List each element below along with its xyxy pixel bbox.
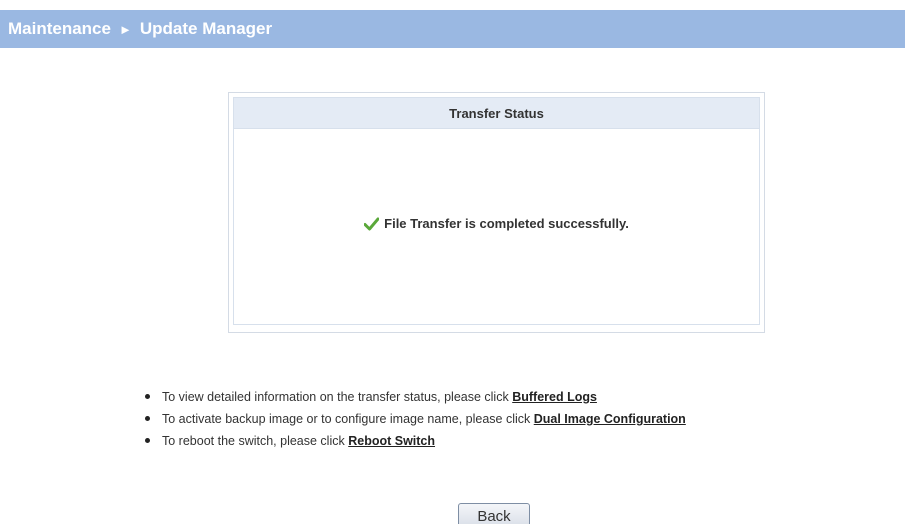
bullet-icon (145, 416, 150, 421)
buffered-logs-link[interactable]: Buffered Logs (512, 390, 597, 404)
status-message-text: File Transfer is completed successfully. (384, 216, 629, 231)
list-item: To activate backup image or to configure… (143, 408, 686, 430)
breadcrumb-separator-icon: ► (118, 21, 132, 37)
list-item: To reboot the switch, please click Reboo… (143, 430, 686, 452)
help-text: To reboot the switch, please click (162, 434, 345, 448)
bullet-icon (145, 438, 150, 443)
breadcrumb-page: Update Manager (139, 19, 273, 38)
help-text: To activate backup image or to configure… (162, 412, 531, 426)
breadcrumb-section: Maintenance (8, 19, 111, 38)
reboot-switch-link[interactable]: Reboot Switch (348, 434, 435, 448)
help-links-list: To view detailed information on the tran… (143, 386, 686, 452)
help-text: To view detailed information on the tran… (162, 390, 509, 404)
panel-body: File Transfer is completed successfully. (233, 129, 760, 325)
page-header: Maintenance ► Update Manager (0, 10, 905, 48)
transfer-status-panel: Transfer Status File Transfer is complet… (228, 92, 765, 333)
panel-title: Transfer Status (233, 97, 760, 129)
dual-image-configuration-link[interactable]: Dual Image Configuration (534, 412, 686, 426)
checkmark-icon (363, 217, 380, 231)
page: Maintenance ► Update Manager Transfer St… (0, 0, 908, 524)
back-button[interactable]: Back (458, 503, 530, 524)
status-message: File Transfer is completed successfully. (363, 216, 629, 231)
list-item: To view detailed information on the tran… (143, 386, 686, 408)
bullet-icon (145, 394, 150, 399)
